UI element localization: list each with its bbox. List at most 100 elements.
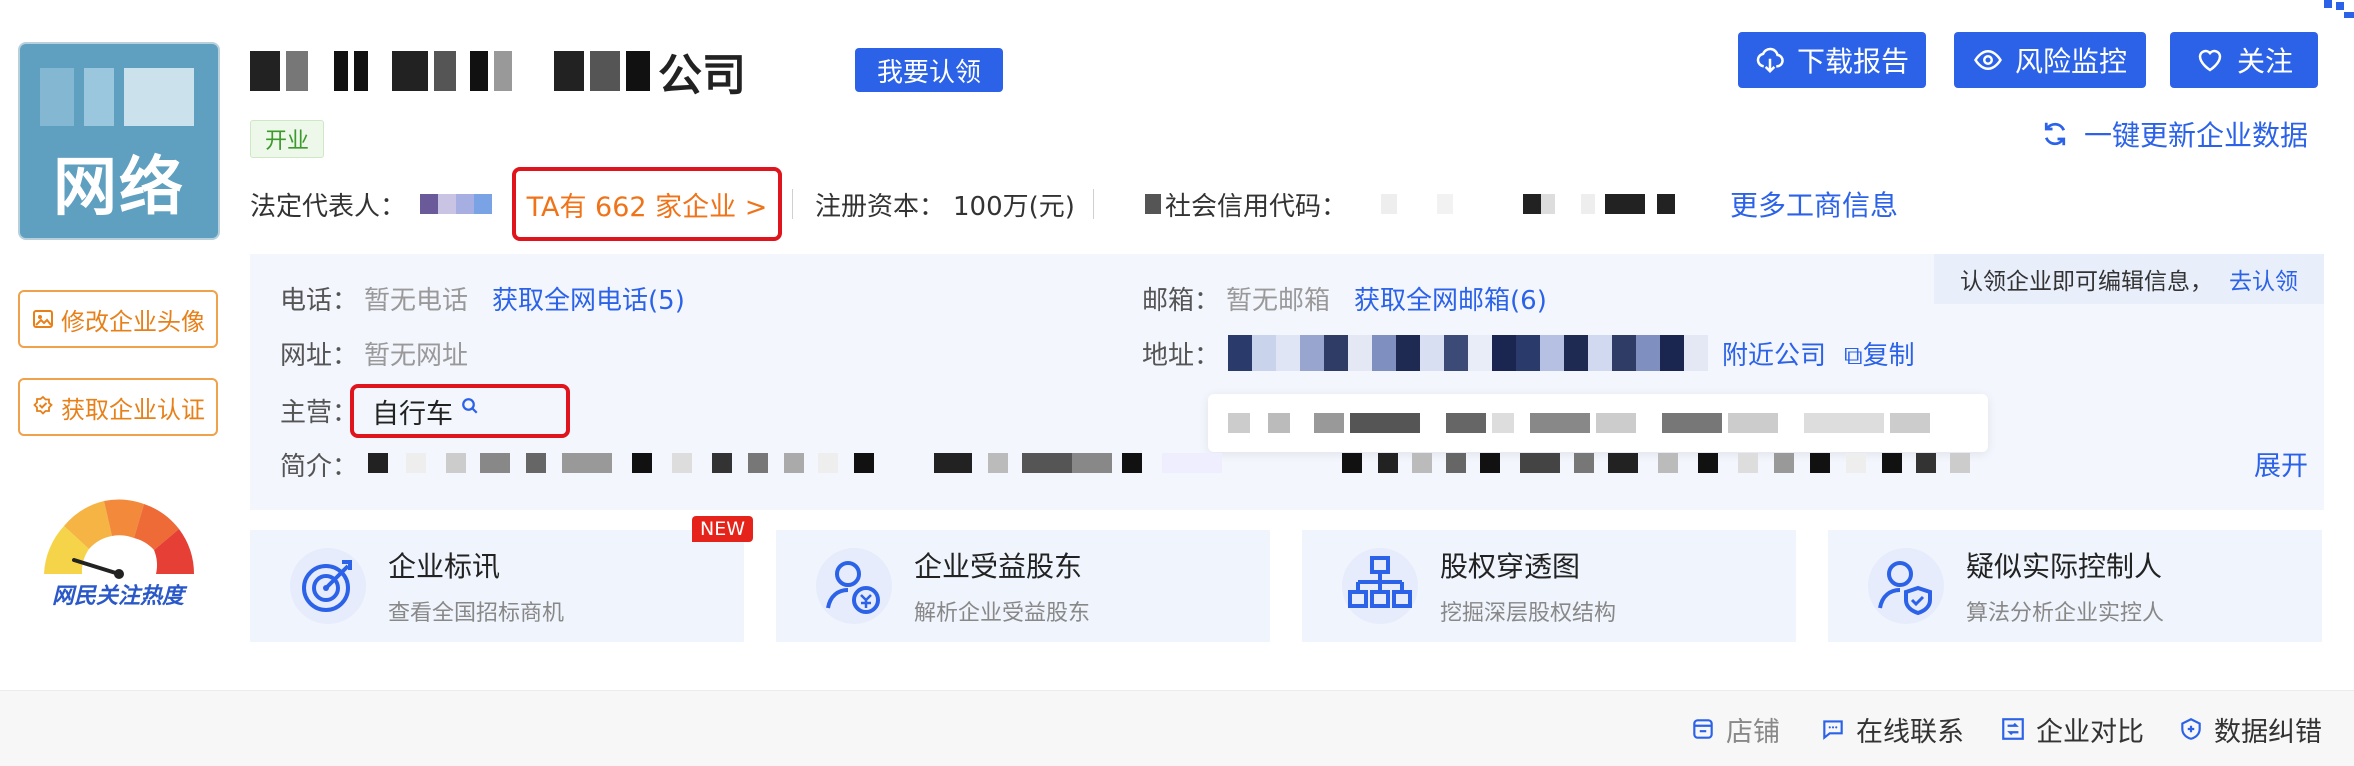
- card-bidding[interactable]: 企业标讯 查看全国招标商机: [250, 530, 744, 642]
- card-text: 疑似实际控制人 算法分析企业实控人: [1966, 545, 2164, 627]
- refresh-label: 一键更新企业数据: [2083, 119, 2308, 152]
- shop-label: 店铺: [1726, 716, 1780, 748]
- org-chart-icon: [1342, 548, 1418, 624]
- heat-label: 网民关注热度: [51, 584, 184, 609]
- online-contact-button[interactable]: 在线联系: [1820, 691, 1964, 766]
- email-label: 邮箱：: [1142, 285, 1221, 316]
- get-certification-button[interactable]: 获取企业认证: [18, 378, 218, 436]
- shop-button[interactable]: 店铺: [1690, 691, 1780, 766]
- compare-label: 企业对比: [2036, 716, 2144, 748]
- intro-row: 简介：: [280, 444, 358, 484]
- monitor-label: 风险监控: [2014, 45, 2127, 78]
- shop-icon: [1693, 719, 1713, 739]
- eye-icon: [1974, 49, 2002, 71]
- download-report-button[interactable]: 下载报告: [1738, 32, 1926, 88]
- follow-label: 关注: [2236, 45, 2293, 78]
- bottom-toolbar: 店铺 在线联系 企业对比 数据纠错: [0, 690, 2354, 766]
- get-email-link[interactable]: 获取全网邮箱(6): [1354, 280, 1547, 317]
- claim-button[interactable]: 我要认领: [855, 48, 1003, 92]
- capital-row: 注册资本： 100万(元): [792, 182, 1112, 226]
- card-title: 企业受益股东: [914, 550, 1083, 583]
- claim-hint-link[interactable]: 去认领: [2229, 262, 2298, 296]
- main-business-value: 自行车: [372, 398, 453, 430]
- follow-button[interactable]: 关注: [2170, 32, 2318, 88]
- email-row: 邮箱： 暂无邮箱 获取全网邮箱(6): [1142, 278, 1547, 318]
- data-correction-button[interactable]: 数据纠错: [2178, 691, 2322, 766]
- compare-button[interactable]: 企业对比: [2000, 691, 2144, 766]
- company-title: 公司: [250, 44, 746, 101]
- more-business-info-link[interactable]: 更多工商信息: [1730, 182, 1898, 226]
- image-icon: [33, 310, 53, 328]
- company-name-mosaic: [250, 51, 650, 91]
- intro-label: 简介：: [280, 451, 359, 482]
- certificate-icon: [33, 395, 53, 415]
- copy-icon: ⧉: [1844, 340, 1863, 371]
- correct-label: 数据纠错: [2214, 716, 2322, 748]
- qr-corner-icon[interactable]: [2314, 0, 2354, 22]
- main-business-tag[interactable]: 自行车: [350, 384, 570, 438]
- expand-intro-link[interactable]: 展开: [2254, 444, 2308, 483]
- divider: [1092, 189, 1094, 219]
- credit-label: 社会信用代码：: [1165, 191, 1348, 222]
- edit-avatar-button[interactable]: 修改企业头像: [18, 290, 218, 348]
- logo-text: 网络: [53, 151, 185, 225]
- refresh-icon: [2044, 122, 2066, 146]
- get-phone-link[interactable]: 获取全网电话(5): [492, 280, 685, 317]
- website-row: 网址： 暂无网址: [280, 333, 468, 373]
- contact-label: 在线联系: [1856, 716, 1964, 748]
- card-title: 疑似实际控制人: [1966, 550, 2163, 583]
- capital-value: 100万(元): [953, 191, 1075, 222]
- card-subtitle: 算法分析企业实控人: [1966, 601, 2165, 626]
- company-profile-page: 网络 修改企业头像 获取企业认证 网民关注热度 公司 我要认领 开业 下载报告 …: [0, 0, 2354, 766]
- compare-icon: [2002, 718, 2024, 740]
- card-text: 企业标讯 查看全国招标商机: [388, 545, 564, 627]
- card-text: 企业受益股东 解析企业受益股东: [914, 545, 1090, 627]
- credit-label-mosaic: [1145, 194, 1161, 214]
- divider: [792, 189, 793, 219]
- copy-label: 复制: [1862, 340, 1915, 371]
- card-title: 股权穿透图: [1440, 550, 1581, 583]
- status-badge: 开业: [250, 120, 324, 158]
- target-icon: [290, 548, 366, 624]
- card-actual-controller[interactable]: 疑似实际控制人 算法分析企业实控人: [1828, 530, 2322, 642]
- claim-hint: 认领企业即可编辑信息， 去认领: [1934, 254, 2324, 304]
- address-label: 地址：: [1142, 340, 1221, 371]
- website-value: 暂无网址: [364, 340, 469, 371]
- ta-companies-link[interactable]: TA有 662 家企业 >: [512, 167, 782, 241]
- controller-icon: [1868, 548, 1944, 624]
- legal-rep-name-mosaic: [420, 194, 493, 214]
- chat-icon: [1823, 720, 1843, 740]
- card-subtitle: 解析企业受益股东: [914, 601, 1091, 626]
- website-label: 网址：: [280, 340, 359, 371]
- card-title: 企业标讯: [388, 550, 501, 583]
- card-equity-chart[interactable]: 股权穿透图 挖掘深层股权结构: [1302, 530, 1796, 642]
- search-icon: [462, 398, 478, 414]
- company-logo[interactable]: 网络: [18, 42, 220, 240]
- phone-value: 暂无电话: [364, 285, 469, 316]
- card-beneficiary[interactable]: 企业受益股东 解析企业受益股东: [776, 530, 1270, 642]
- address-popup: [1208, 394, 1988, 452]
- download-label: 下载报告: [1796, 45, 1909, 78]
- company-name-suffix: 公司: [658, 50, 746, 101]
- credit-code-row: 社会信用代码：: [1145, 182, 1676, 226]
- legal-rep-row: 法定代表人：: [250, 182, 493, 226]
- risk-monitor-button[interactable]: 风险监控: [1954, 32, 2146, 88]
- main-business-label: 主营：: [280, 397, 359, 428]
- logo-pixelated-mark: [40, 68, 200, 138]
- heart-icon: [2198, 49, 2222, 72]
- correction-icon: [2181, 718, 2201, 740]
- get-cert-label: 获取企业认证: [61, 395, 205, 424]
- legal-rep-label: 法定代表人：: [250, 191, 407, 222]
- refresh-data-link[interactable]: 一键更新企业数据: [2040, 114, 2308, 154]
- card-text: 股权穿透图 挖掘深层股权结构: [1440, 545, 1616, 627]
- main-business-row: 主营：: [280, 390, 358, 430]
- copy-address-link[interactable]: ⧉复制: [1844, 335, 1915, 372]
- address-row: 地址： 附近公司 ⧉复制: [1142, 333, 1915, 373]
- claim-hint-text: 认领企业即可编辑信息，: [1960, 269, 2213, 295]
- nearby-companies-link[interactable]: 附近公司: [1722, 335, 1826, 372]
- edit-avatar-label: 修改企业头像: [61, 307, 205, 336]
- phone-row: 电话： 暂无电话 获取全网电话(5): [280, 278, 685, 318]
- card-subtitle: 挖掘深层股权结构: [1440, 601, 1617, 626]
- credit-code-mosaic: [1367, 194, 1676, 214]
- new-badge: NEW: [692, 516, 754, 542]
